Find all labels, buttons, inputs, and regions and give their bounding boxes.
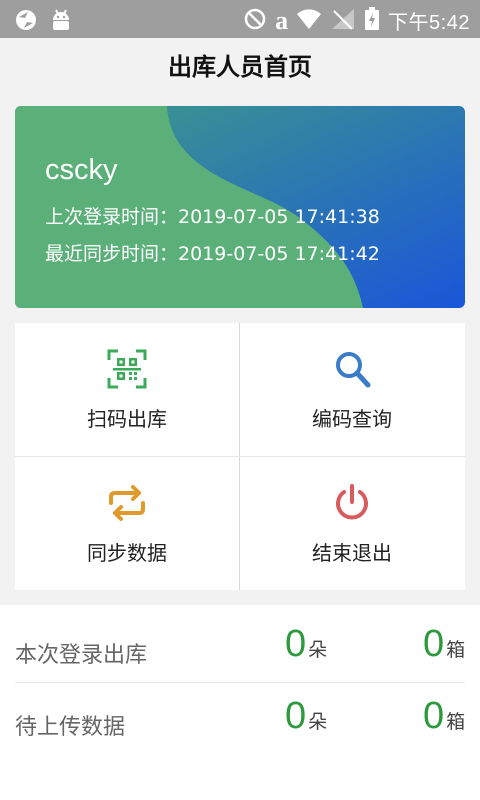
exit-button[interactable]: 结束退出 [240, 457, 464, 590]
session-box-count: 0 箱 [423, 623, 465, 666]
clock: 下午5:42 [388, 12, 470, 34]
last-login-time: 上次登录时间：2019-07-05 17:41:38 [45, 206, 380, 228]
session-box-number: 0 [423, 623, 445, 665]
username: cscky [45, 154, 118, 186]
pending-flower-unit: 朵 [308, 711, 328, 733]
scan-out-label: 扫码出库 [87, 407, 167, 431]
grid-divider-horizontal [15, 456, 465, 457]
session-flower-unit: 朵 [308, 639, 328, 661]
no-disturb-icon [243, 7, 267, 35]
exit-label: 结束退出 [312, 541, 392, 565]
code-query-button[interactable]: 编码查询 [240, 323, 464, 456]
android-icon [50, 8, 72, 36]
menu-grid: 扫码出库 编码查询 同步数据 结束退出 [15, 323, 465, 590]
stats-divider [15, 682, 465, 683]
session-stats-label: 本次登录出库 [15, 643, 148, 668]
signal-icon [330, 7, 356, 35]
pending-flower-number: 0 [285, 695, 307, 737]
sync-data-label: 同步数据 [87, 541, 167, 565]
scan-out-button[interactable]: 扫码出库 [15, 323, 239, 456]
last-sync-time: 最近同步时间：2019-07-05 17:41:42 [45, 243, 380, 265]
pending-box-number: 0 [423, 695, 445, 737]
battery-icon [364, 6, 380, 35]
pending-box-unit: 箱 [446, 711, 466, 733]
a-icon: a [275, 5, 289, 35]
qr-scan-icon [107, 349, 147, 389]
pending-flower-count: 0 朵 [285, 695, 327, 738]
wifi-icon [296, 8, 322, 34]
session-flower-number: 0 [285, 623, 307, 665]
status-bar: a 下午5:42 [0, 0, 480, 38]
user-info-card: cscky 上次登录时间：2019-07-05 17:41:38 最近同步时间：… [15, 106, 465, 308]
stats-panel: 本次登录出库 0 朵 0 箱 待上传数据 0 朵 0 箱 [0, 605, 480, 800]
pending-stats-label: 待上传数据 [15, 715, 126, 740]
code-query-label: 编码查询 [312, 407, 392, 431]
sync-arrows-icon [107, 483, 147, 523]
pending-stats-row: 待上传数据 0 朵 0 箱 [15, 687, 465, 765]
sync-icon [14, 8, 38, 36]
sync-data-button[interactable]: 同步数据 [15, 457, 239, 590]
page-title: 出库人员首页 [168, 53, 312, 81]
power-icon [332, 483, 372, 523]
session-flower-count: 0 朵 [285, 623, 327, 666]
session-box-unit: 箱 [446, 639, 466, 661]
search-icon [332, 349, 372, 389]
pending-box-count: 0 箱 [423, 695, 465, 738]
